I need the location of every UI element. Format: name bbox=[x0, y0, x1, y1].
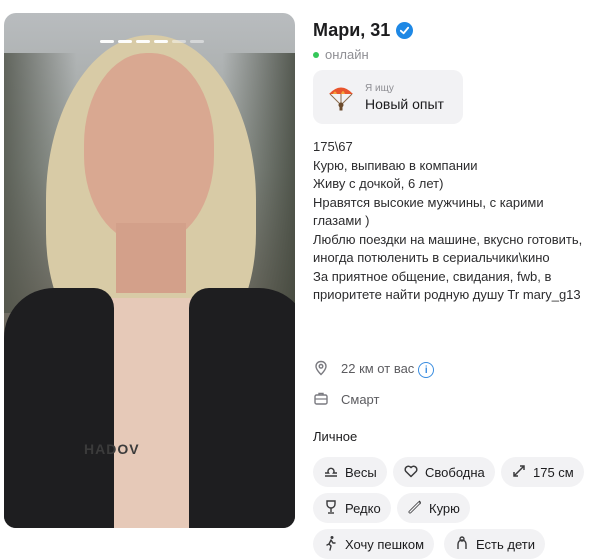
section-personal-title: Личное bbox=[313, 429, 358, 444]
occupation-label: Смарт bbox=[341, 392, 380, 407]
heart-icon bbox=[403, 463, 419, 482]
wine-glass-icon bbox=[323, 499, 339, 518]
looking-for-text: Я ищу Новый опыт bbox=[365, 83, 444, 112]
briefcase-icon bbox=[313, 390, 329, 409]
chip-smoking[interactable]: Курю bbox=[397, 493, 470, 523]
looking-for-value: Новый опыт bbox=[365, 95, 444, 112]
photo-shirt-text: HADOV bbox=[84, 441, 140, 457]
photo-indicator[interactable] bbox=[172, 40, 186, 43]
chip-label: 175 см bbox=[533, 464, 574, 480]
looking-for-caption: Я ищу bbox=[365, 82, 394, 94]
chip-transport[interactable]: Хочу пешком bbox=[313, 529, 435, 559]
photo-indicator[interactable] bbox=[190, 40, 204, 43]
photo-face bbox=[84, 53, 214, 243]
chip-drinking[interactable]: Редко bbox=[313, 493, 391, 523]
chip-label: Есть дети bbox=[476, 536, 535, 552]
photo-indicator[interactable] bbox=[118, 40, 132, 43]
photo-jacket-right bbox=[189, 288, 295, 528]
chip-relationship[interactable]: Свободна bbox=[393, 457, 495, 487]
location-pin-icon bbox=[313, 360, 329, 379]
photo-pagination[interactable] bbox=[100, 40, 204, 43]
parachute-icon bbox=[327, 83, 355, 111]
online-status: онлайн bbox=[313, 47, 369, 62]
zodiac-libra-icon bbox=[323, 463, 339, 482]
photo-jacket-left bbox=[4, 288, 114, 528]
photo-indicator[interactable] bbox=[154, 40, 168, 43]
photo-neck bbox=[116, 223, 186, 293]
chip-height[interactable]: 175 см bbox=[501, 457, 584, 487]
profile-bio: 175\67 Курю, выпиваю в компании Живу с д… bbox=[313, 139, 583, 302]
walking-icon bbox=[323, 535, 339, 554]
chip-label: Свободна bbox=[425, 464, 485, 480]
profile-name-age: Мари, 31 bbox=[313, 20, 391, 40]
online-dot-icon bbox=[313, 51, 319, 58]
occupation-row: Смарт bbox=[313, 390, 379, 409]
chip-zodiac[interactable]: Весы bbox=[313, 457, 387, 487]
cigarette-icon bbox=[407, 499, 423, 518]
chip-label: Редко bbox=[345, 500, 381, 516]
chip-label: Весы bbox=[345, 464, 377, 480]
profile-photo[interactable]: HADOV bbox=[4, 13, 295, 528]
chip-label: Курю bbox=[429, 500, 460, 516]
profile-header: Мари, 31 bbox=[313, 20, 414, 41]
verified-icon bbox=[396, 22, 414, 39]
info-icon[interactable]: i bbox=[418, 362, 435, 379]
online-status-label: онлайн bbox=[325, 47, 369, 62]
distance-row: 22 км от вас i bbox=[313, 360, 435, 379]
chip-children[interactable]: Есть дети bbox=[444, 529, 545, 559]
looking-for-card: Я ищу Новый опыт bbox=[313, 70, 463, 124]
child-icon bbox=[454, 535, 470, 554]
height-arrows-icon bbox=[511, 463, 527, 482]
distance-label: 22 км от вас bbox=[341, 360, 415, 376]
photo-indicator[interactable] bbox=[100, 40, 114, 43]
chip-label: Хочу пешком bbox=[345, 536, 425, 552]
photo-indicator[interactable] bbox=[136, 40, 150, 43]
